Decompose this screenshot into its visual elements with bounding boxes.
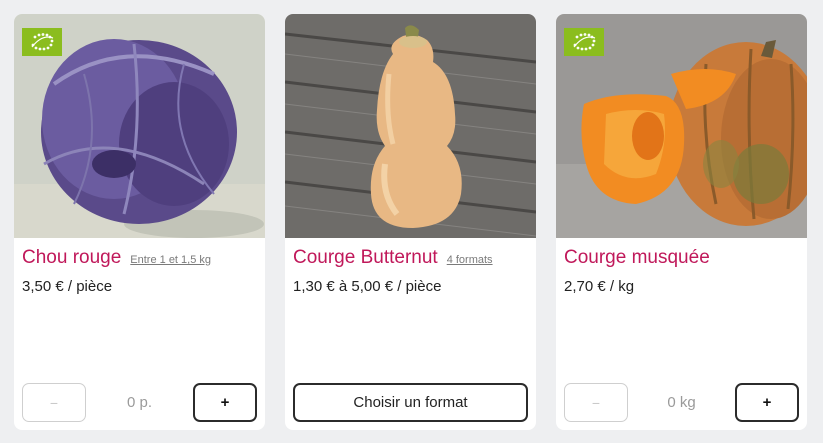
product-title-row: Courge Butternut 4 formats: [293, 247, 528, 269]
product-card: Chou rouge Entre 1 et 1,5 kg 3,50 € / pi…: [14, 14, 265, 430]
quantity-value: 0 p.: [126, 394, 153, 411]
quantity-stepper: − 0 kg +: [564, 383, 799, 422]
increase-quantity-button[interactable]: +: [193, 383, 257, 422]
product-title-row: Courge musquée: [564, 247, 799, 269]
quantity-stepper: − 0 p. +: [22, 383, 257, 422]
quantity-value: 0 kg: [667, 394, 696, 411]
product-weight-link[interactable]: Entre 1 et 1,5 kg: [130, 254, 211, 266]
format-controls: Choisir un format: [293, 383, 528, 422]
product-card: Courge Butternut 4 formats 1,30 € à 5,00…: [285, 14, 536, 430]
butternut-squash-photo[interactable]: [285, 14, 536, 238]
product-card: Courge musquée 2,70 € / kg − 0 kg +: [556, 14, 807, 430]
product-name[interactable]: Chou rouge: [22, 247, 121, 269]
musk-pumpkin-photo[interactable]: [556, 14, 807, 238]
product-title-row: Chou rouge Entre 1 et 1,5 kg: [22, 247, 257, 269]
product-price: 3,50 € / pièce: [22, 278, 113, 295]
red-cabbage-photo[interactable]: [14, 14, 265, 238]
product-price: 1,30 € à 5,00 € / pièce: [293, 278, 442, 295]
product-name[interactable]: Courge Butternut: [293, 247, 438, 269]
choose-format-button[interactable]: Choisir un format: [293, 383, 528, 422]
organic-label-icon: [22, 28, 62, 56]
increase-quantity-button[interactable]: +: [735, 383, 799, 422]
decrease-quantity-button[interactable]: −: [22, 383, 86, 422]
product-formats-link[interactable]: 4 formats: [447, 254, 493, 266]
organic-label-icon: [564, 28, 604, 56]
decrease-quantity-button[interactable]: −: [564, 383, 628, 422]
product-price: 2,70 € / kg: [564, 278, 635, 295]
product-name[interactable]: Courge musquée: [564, 247, 710, 269]
